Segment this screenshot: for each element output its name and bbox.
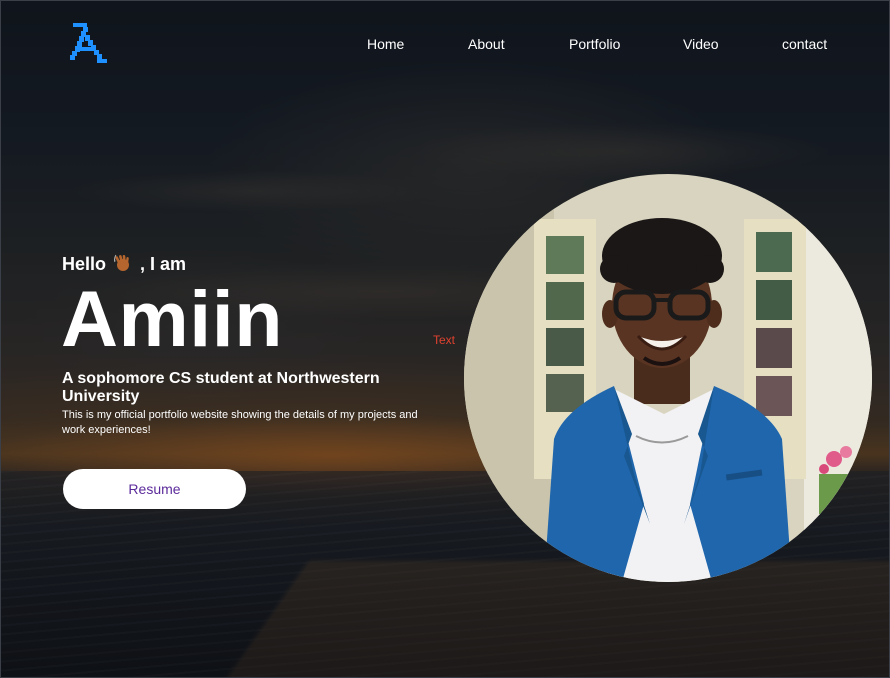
nav-about[interactable]: About — [468, 36, 505, 52]
hero-description: This is my official portfolio website sh… — [62, 409, 418, 436]
hero-name: Amiin — [61, 274, 283, 363]
nav-video[interactable]: Video — [683, 36, 719, 52]
greeting-i-am: , I am — [140, 254, 187, 274]
resume-button[interactable]: Resume — [63, 469, 246, 509]
floating-text-label: Text — [433, 333, 456, 347]
hero-tagline: A sophomore CS student at Northwestern U… — [62, 370, 380, 405]
nav-home[interactable]: Home — [367, 36, 404, 52]
hero-greeting: Hello , I am — [62, 253, 186, 275]
nav-portfolio[interactable]: Portfolio — [569, 36, 620, 52]
profile-photo — [464, 174, 872, 582]
top-navigation: Home About Portfolio Video contact — [1, 36, 889, 54]
portfolio-page: Home About Portfolio Video contact Hello… — [0, 0, 890, 678]
nav-contact[interactable]: contact — [782, 36, 827, 52]
greeting-hello: Hello — [62, 254, 107, 274]
waving-hand-icon — [113, 253, 133, 273]
